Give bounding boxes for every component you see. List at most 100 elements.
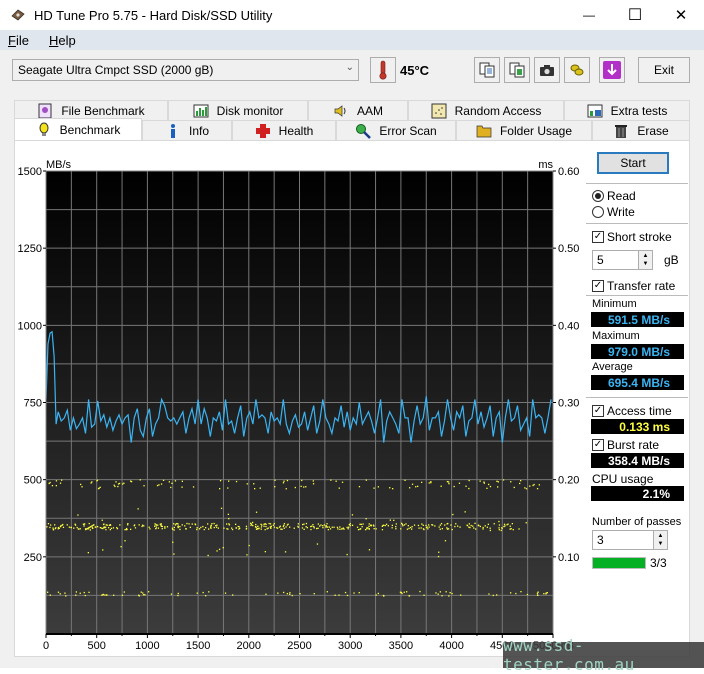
options-button[interactable]	[564, 57, 590, 83]
access-time-point	[164, 527, 166, 529]
tab-aam-label: AAM	[356, 103, 383, 118]
access-time-point	[403, 524, 405, 526]
access-time-point	[391, 527, 393, 529]
access-time-point	[138, 594, 140, 596]
copy-image-button[interactable]	[504, 57, 530, 83]
access-time-point	[83, 525, 85, 527]
read-radio[interactable]: Read	[592, 189, 636, 203]
drive-select[interactable]: Seagate Ultra Cmpct SSD (2000 gB) ⌄	[12, 59, 359, 81]
tab-aam[interactable]: AAM	[308, 100, 408, 120]
minimum-label: Minimum	[592, 298, 637, 310]
menu-bar: File Help	[0, 30, 704, 50]
x-tick-label: 3000	[338, 640, 362, 652]
close-button[interactable]: ✕	[658, 0, 704, 30]
access-time-point	[337, 528, 339, 530]
access-time-checkbox[interactable]: ✓ Access time	[592, 404, 672, 418]
maximum-value: 979.0 MB/s	[591, 344, 684, 359]
access-time-point	[114, 485, 116, 488]
spinner-arrows[interactable]: ▲ ▼	[638, 251, 652, 269]
tab-benchmark[interactable]: Benchmark	[14, 118, 142, 140]
access-time-point	[278, 526, 281, 528]
file-benchmark-icon	[38, 103, 52, 118]
access-time-point	[181, 486, 183, 488]
right-tick-label: 0.50	[558, 243, 579, 255]
access-time-point	[264, 529, 266, 531]
access-time-point	[277, 592, 279, 594]
save-button[interactable]	[599, 57, 625, 83]
tab-health[interactable]: Health	[232, 120, 336, 140]
access-time-point	[252, 521, 254, 524]
access-time-point	[87, 552, 89, 554]
access-time-point	[413, 524, 416, 526]
access-time-point	[357, 529, 360, 531]
access-time-point	[450, 524, 452, 526]
tab-extra-tests[interactable]: Extra tests	[564, 100, 690, 120]
maximize-button[interactable]: ☐	[612, 0, 658, 30]
transfer-rate-checkbox[interactable]: ✓ Transfer rate	[592, 279, 675, 293]
access-time-point	[285, 526, 287, 528]
access-time-point	[269, 523, 272, 525]
copy-text-button[interactable]	[474, 57, 500, 83]
access-time-point	[216, 550, 218, 552]
tab-file-benchmark[interactable]: File Benchmark	[14, 100, 168, 120]
access-time-point	[293, 527, 295, 529]
access-time-point	[368, 549, 371, 551]
access-time-point	[283, 523, 286, 525]
access-time-point	[451, 592, 453, 595]
temperature-value: 45°C	[400, 63, 430, 78]
access-time-point	[439, 524, 441, 526]
tab-error-scan[interactable]: Error Scan	[336, 120, 456, 140]
x-tick-label: 2000	[237, 640, 261, 652]
access-time-point	[498, 524, 501, 526]
x-tick-label: 3500	[389, 640, 413, 652]
access-time-point	[325, 525, 327, 527]
tab-info[interactable]: Info	[142, 120, 232, 140]
right-tick-label: 0.10	[558, 552, 579, 564]
access-time-point	[218, 548, 221, 550]
passes-input[interactable]: 3 ▲ ▼	[592, 530, 668, 550]
access-time-point	[543, 593, 545, 595]
access-time-point	[291, 594, 293, 597]
access-time-point	[202, 525, 204, 528]
menu-help[interactable]: Help	[41, 33, 84, 48]
tab-erase[interactable]: Erase	[592, 120, 690, 140]
write-radio[interactable]: Write	[592, 205, 635, 219]
access-time-point	[143, 525, 145, 527]
access-time-point	[428, 482, 430, 484]
access-time-point	[186, 522, 188, 525]
minimize-button[interactable]: —	[566, 0, 612, 30]
exit-button[interactable]: Exit	[638, 57, 690, 83]
access-time-point	[446, 528, 449, 530]
access-time-point	[381, 529, 384, 531]
access-time-point	[257, 525, 259, 527]
access-time-point	[497, 481, 499, 483]
camera-icon	[540, 65, 554, 76]
start-button[interactable]: Start	[597, 152, 669, 174]
access-time-point	[70, 526, 72, 529]
spinner-arrows[interactable]: ▲ ▼	[653, 531, 667, 549]
tab-random-access[interactable]: Random Access	[408, 100, 564, 120]
tab-folder-usage[interactable]: Folder Usage	[456, 120, 592, 140]
access-time-point	[368, 523, 370, 525]
access-time-point	[351, 514, 354, 516]
access-time-point	[227, 487, 229, 489]
short-stroke-input[interactable]: 5 ▲ ▼	[592, 250, 653, 270]
access-time-point	[322, 525, 324, 527]
tab-disk-monitor[interactable]: Disk monitor	[168, 100, 308, 120]
temperature-button[interactable]	[370, 57, 396, 83]
access-time-point	[520, 591, 522, 593]
access-time-point	[68, 526, 70, 528]
access-time-point	[51, 485, 54, 487]
screenshot-button[interactable]	[534, 57, 560, 83]
menu-file[interactable]: File	[0, 33, 37, 48]
access-time-point	[404, 479, 406, 481]
short-stroke-checkbox[interactable]: ✓ Short stroke	[592, 230, 672, 244]
access-time-point	[496, 480, 498, 482]
access-time-point	[49, 594, 51, 596]
access-time-point	[417, 524, 420, 527]
access-time-point	[109, 529, 111, 531]
access-time-point	[538, 484, 540, 486]
burst-rate-checkbox[interactable]: ✓ Burst rate	[592, 438, 659, 452]
access-time-point	[510, 528, 512, 530]
access-time-point	[95, 526, 97, 528]
